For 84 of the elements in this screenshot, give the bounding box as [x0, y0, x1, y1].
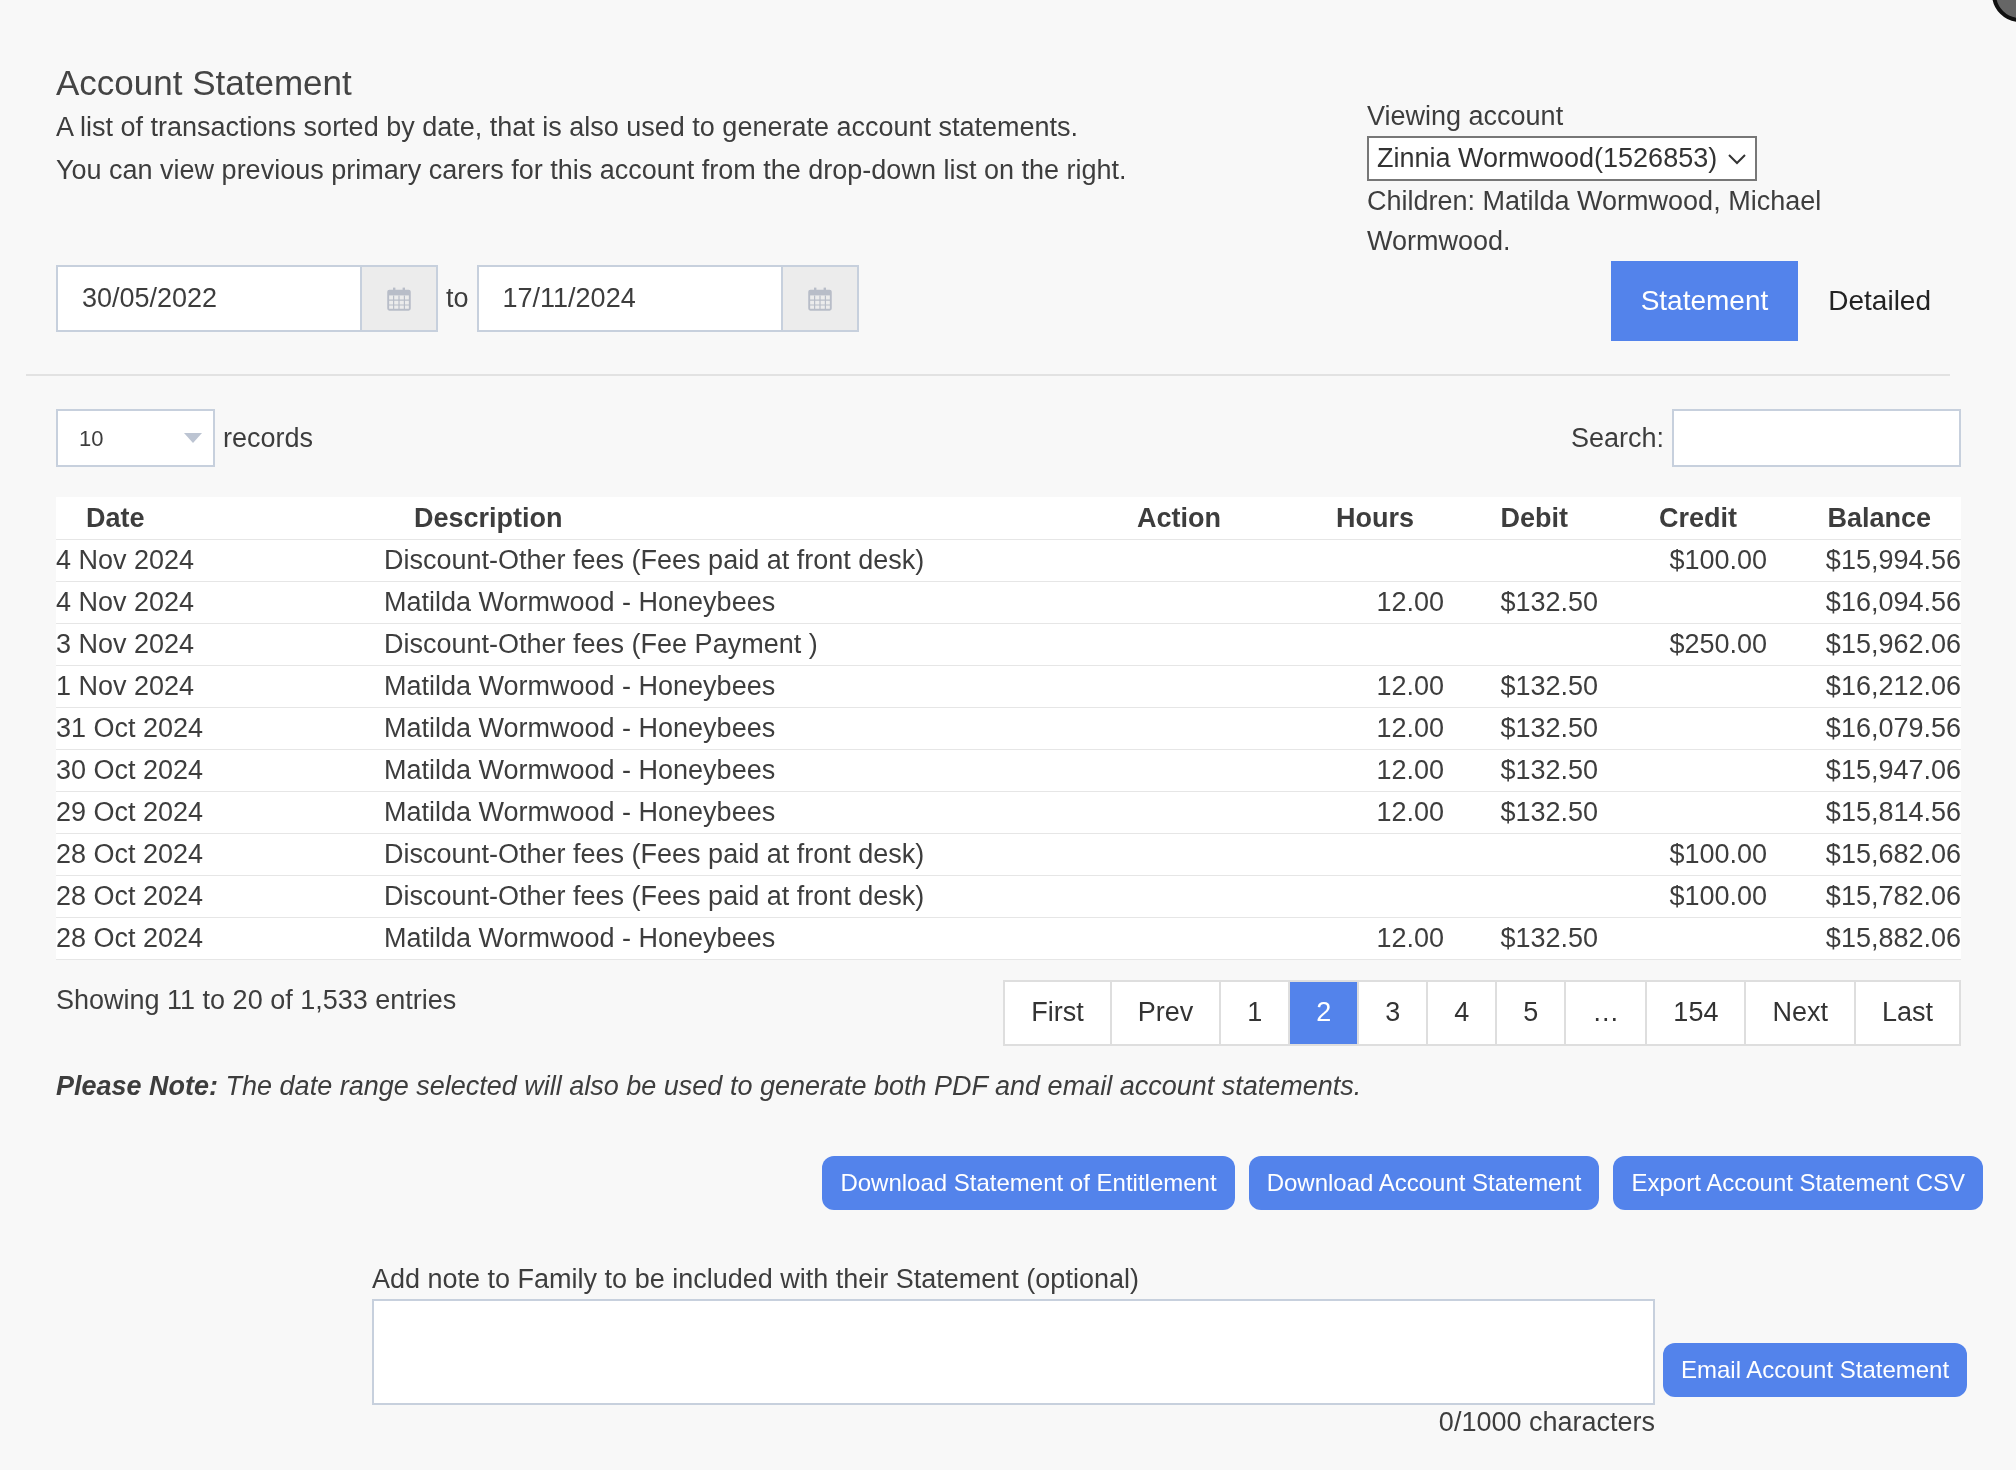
- table-cell: $15,962.06: [1825, 628, 1961, 659]
- caret-icon: [183, 432, 203, 444]
- character-counter: 0/1000 characters: [1438, 1407, 1655, 1437]
- table-cell: 12.00: [1376, 922, 1444, 953]
- table-cell: $132.50: [1500, 712, 1598, 743]
- table-cell: 28 Oct 2024: [56, 880, 204, 911]
- table-cell: 31 Oct 2024: [56, 712, 204, 743]
- table-cell: $15,947.06: [1825, 754, 1961, 785]
- table-cell: $16,212.06: [1825, 670, 1961, 701]
- table-cell: $100.00: [1669, 838, 1767, 869]
- date-input[interactable]: 30/05/2022: [56, 265, 362, 332]
- table-cell: Matilda Wormwood - Honeybees: [384, 922, 776, 953]
- table-cell: 12.00: [1376, 754, 1444, 785]
- page-title: Account Statement: [56, 62, 353, 104]
- table-cell: $15,782.06: [1825, 880, 1961, 911]
- view-tab[interactable]: Detailed: [1798, 261, 1961, 341]
- table-cell: $16,079.56: [1825, 712, 1961, 743]
- table-cell: 12.00: [1376, 670, 1444, 701]
- column-header[interactable]: Balance: [1827, 502, 1931, 533]
- column-header[interactable]: Action: [1137, 502, 1221, 533]
- pagination-button[interactable]: 2: [1288, 981, 1358, 1044]
- table-cell: Discount-Other fees (Fees paid at front desk): [384, 544, 925, 575]
- action-button[interactable]: Download Statement of Entitlement: [822, 1155, 1235, 1210]
- table-cell: 1 Nov 2024: [56, 670, 195, 701]
- table-cell: $132.50: [1500, 922, 1598, 953]
- account-select[interactable]: Zinnia Wormwood(1526853): [1367, 136, 1758, 181]
- table-cell: 30 Oct 2024: [56, 754, 204, 785]
- table-cell: 3 Nov 2024: [56, 628, 195, 659]
- table-cell: $132.50: [1500, 754, 1598, 785]
- field-label: Add note to Family to be included with their Statement (optional): [372, 1262, 1139, 1296]
- table-cell: 12.00: [1376, 712, 1444, 743]
- records-select[interactable]: 10: [56, 409, 215, 467]
- field-label: Viewing account: [1367, 100, 1565, 133]
- table-cell: $132.50: [1500, 670, 1598, 701]
- view-tab[interactable]: Statement: [1610, 261, 1799, 341]
- table-cell: 12.00: [1376, 796, 1444, 827]
- date-input[interactable]: 17/11/2024: [476, 265, 783, 332]
- action-button[interactable]: Export Account Statement CSV: [1613, 1155, 1983, 1210]
- description-text: A list of transactions sorted by date, that is also used to generate account statements.: [56, 111, 1080, 144]
- table-cell: $250.00: [1669, 628, 1767, 659]
- calendar-icon: [807, 286, 832, 311]
- calendar-button[interactable]: [782, 265, 859, 332]
- records-label: records: [223, 421, 314, 455]
- table-cell: 28 Oct 2024: [56, 838, 204, 869]
- entries-info: Showing 11 to 20 of 1,533 entries: [56, 983, 457, 1017]
- table-cell: $15,814.56: [1825, 796, 1961, 827]
- table-cell: $100.00: [1669, 544, 1767, 575]
- table-cell: 4 Nov 2024: [56, 544, 195, 575]
- table-cell: Discount-Other fees (Fees paid at front desk): [384, 880, 925, 911]
- email-button[interactable]: Email Account Statement: [1663, 1343, 1968, 1397]
- search-field[interactable]: [1672, 409, 1961, 467]
- table-cell: 29 Oct 2024: [56, 796, 204, 827]
- table-cell: $100.00: [1669, 880, 1767, 911]
- table-cell: $15,882.06: [1825, 922, 1961, 953]
- action-button[interactable]: Download Account Statement: [1248, 1155, 1600, 1210]
- table-cell: $15,994.56: [1825, 544, 1961, 575]
- table-cell: Matilda Wormwood - Honeybees: [384, 670, 776, 701]
- note-field[interactable]: [372, 1299, 1655, 1405]
- calendar-icon: [387, 286, 411, 311]
- table-cell: Matilda Wormwood - Honeybees: [384, 796, 776, 827]
- search-label: Search:: [1570, 421, 1664, 455]
- table-cell: $132.50: [1500, 586, 1598, 617]
- calendar-button[interactable]: [362, 265, 438, 332]
- column-header[interactable]: Description: [414, 502, 563, 533]
- table-cell: Matilda Wormwood - Honeybees: [384, 712, 776, 743]
- description-text: You can view previous primary carers for this account from the drop-down list on the right.: [56, 154, 1128, 187]
- table-cell: $15,682.06: [1825, 838, 1961, 869]
- chevron-icon: [1727, 152, 1748, 165]
- table-cell: Matilda Wormwood - Honeybees: [384, 586, 776, 617]
- table-cell: 28 Oct 2024: [56, 922, 204, 953]
- note-text: Please Note: The date range selected will also be used to generate both PDF and email account statements.: [56, 1069, 1363, 1103]
- table-cell: 12.00: [1376, 586, 1444, 617]
- range-separator: to: [446, 282, 469, 316]
- column-header[interactable]: Credit: [1659, 502, 1737, 533]
- table-cell: $132.50: [1500, 796, 1598, 827]
- table-cell: 4 Nov 2024: [56, 586, 195, 617]
- table-cell: Discount-Other fees (Fees paid at front desk): [384, 838, 925, 869]
- table-cell: Discount-Other fees (Fee Payment ): [384, 628, 818, 659]
- children-text: Children: Matilda Wormwood, Michael Wormwood.: [1367, 185, 1823, 258]
- table-cell: $16,094.56: [1825, 586, 1961, 617]
- table-cell: Matilda Wormwood - Honeybees: [384, 754, 776, 785]
- column-header[interactable]: Hours: [1336, 502, 1414, 533]
- column-header[interactable]: Date: [86, 502, 145, 533]
- column-header[interactable]: Debit: [1500, 502, 1568, 533]
